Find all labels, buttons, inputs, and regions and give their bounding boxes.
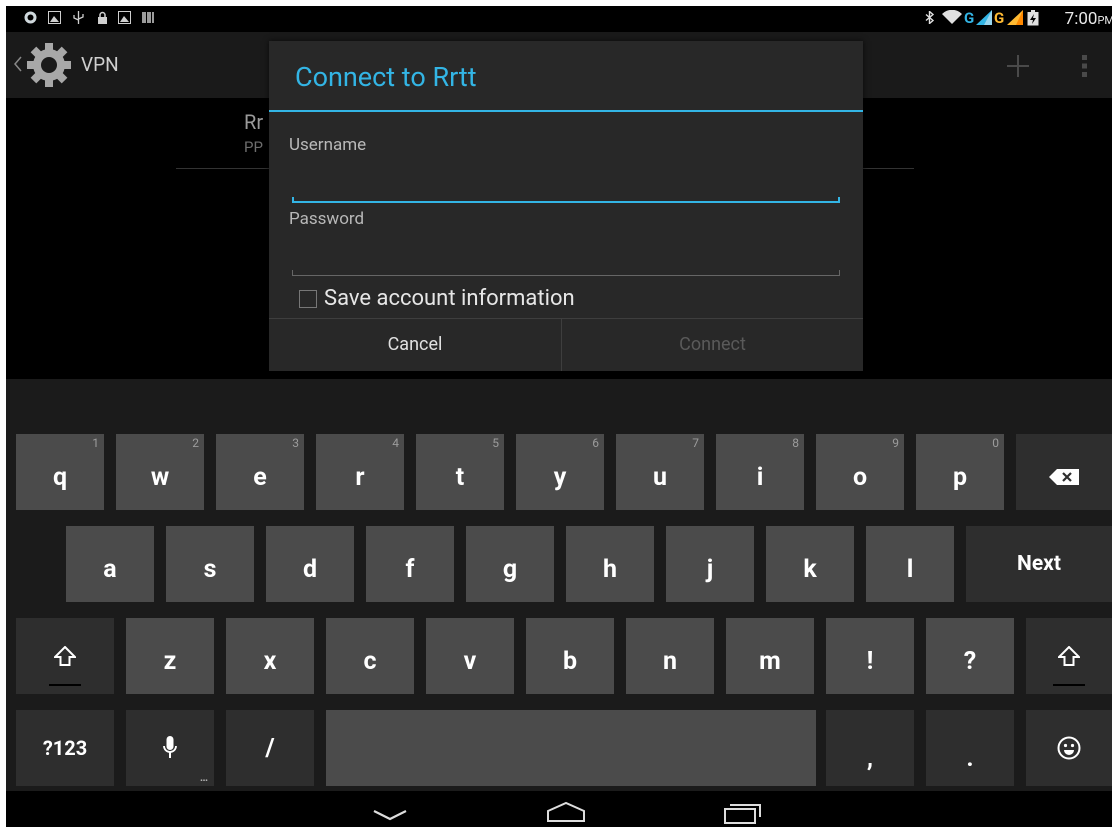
shift-icon	[54, 646, 76, 666]
navigation-bar	[6, 791, 1112, 827]
key-w[interactable]: 2w	[116, 434, 204, 510]
shift-key-left[interactable]	[16, 618, 114, 694]
next-key[interactable]: Next	[966, 526, 1112, 602]
key-z[interactable]: z	[126, 618, 214, 694]
key-t[interactable]: 5t	[416, 434, 504, 510]
shift-indicator-right	[1053, 684, 1085, 686]
symbols-key[interactable]: ?123	[16, 710, 114, 786]
up-caret-icon[interactable]	[14, 56, 22, 72]
status-time: 7:00PM	[1064, 9, 1112, 29]
image-notification-icon-2	[118, 11, 131, 24]
key-u[interactable]: 7u	[616, 434, 704, 510]
key-h[interactable]: h	[566, 526, 654, 602]
barcode-icon	[142, 12, 154, 23]
key-question[interactable]: ?	[926, 618, 1014, 694]
key-e[interactable]: 3e	[216, 434, 304, 510]
image-notification-icon	[48, 11, 61, 24]
cancel-button[interactable]: Cancel	[269, 319, 561, 371]
space-key[interactable]	[326, 710, 816, 786]
mic-icon	[163, 736, 177, 758]
action-bar-title: VPN	[81, 53, 119, 76]
backspace-icon	[1049, 469, 1079, 485]
more-options-dots: …	[199, 771, 208, 784]
key-c[interactable]: c	[326, 618, 414, 694]
shift-icon-right	[1058, 646, 1080, 666]
connect-button[interactable]: Connect	[562, 319, 863, 371]
username-label: Username	[289, 135, 367, 155]
status-bar: G G 7:00PM	[6, 6, 1112, 32]
mic-key[interactable]: …	[126, 710, 214, 786]
username-field[interactable]	[292, 165, 844, 203]
key-b[interactable]: b	[526, 618, 614, 694]
home-icon[interactable]	[546, 801, 586, 823]
key-x[interactable]: x	[226, 618, 314, 694]
settings-gear-icon[interactable]	[24, 40, 74, 90]
key-g[interactable]: g	[466, 526, 554, 602]
save-account-checkbox[interactable]	[299, 290, 317, 308]
wifi-icon	[942, 10, 962, 24]
key-j[interactable]: j	[666, 526, 754, 602]
key-l[interactable]: l	[866, 526, 954, 602]
recents-icon[interactable]	[724, 802, 762, 824]
signal-icon	[976, 10, 992, 25]
shift-indicator	[49, 684, 81, 686]
password-field[interactable]	[292, 237, 844, 275]
key-p[interactable]: 0p	[916, 434, 1004, 510]
key-n[interactable]: n	[626, 618, 714, 694]
key-o[interactable]: 9o	[816, 434, 904, 510]
back-icon[interactable]	[372, 809, 408, 823]
key-k[interactable]: k	[766, 526, 854, 602]
key-f[interactable]: f	[366, 526, 454, 602]
vpn-type: PP	[244, 138, 263, 156]
lock-icon	[98, 11, 107, 24]
emoji-key[interactable]	[1026, 710, 1112, 786]
key-exclamation[interactable]: !	[826, 618, 914, 694]
key-s[interactable]: s	[166, 526, 254, 602]
emoji-icon	[1057, 736, 1081, 760]
soft-keyboard: 1q 2w 3e 4r 5t 6y 7u 8i 9o 0p a s d f g …	[6, 379, 1112, 791]
overflow-menu-icon[interactable]	[1082, 54, 1088, 78]
bluetooth-icon	[925, 11, 935, 24]
signal-icon-2	[1007, 10, 1023, 25]
connect-dialog: Connect to Rrtt Username Password Save a…	[269, 41, 863, 371]
vpn-name: Rr	[244, 110, 264, 134]
slash-key[interactable]: /	[226, 710, 314, 786]
device-screen: G G 7:00PM VPN Rr PP Connect to Rrtt Use…	[6, 6, 1112, 827]
key-d[interactable]: d	[266, 526, 354, 602]
shift-key-right[interactable]	[1026, 618, 1112, 694]
password-underline	[292, 270, 840, 276]
key-r[interactable]: 4r	[316, 434, 404, 510]
period-key[interactable]: .	[926, 710, 1014, 786]
username-underline	[292, 197, 840, 203]
usb-icon	[73, 11, 84, 24]
dialog-title-divider	[269, 110, 863, 112]
network-type-1: G	[964, 9, 975, 27]
password-label: Password	[289, 209, 365, 229]
key-m[interactable]: m	[726, 618, 814, 694]
key-v[interactable]: v	[426, 618, 514, 694]
key-y[interactable]: 6y	[516, 434, 604, 510]
key-i[interactable]: 8i	[716, 434, 804, 510]
save-account-label[interactable]: Save account information	[324, 286, 575, 311]
backspace-key[interactable]	[1016, 434, 1112, 510]
browser-notification-icon	[24, 11, 37, 24]
battery-icon	[1027, 10, 1039, 26]
dialog-title: Connect to Rrtt	[295, 61, 477, 93]
key-q[interactable]: 1q	[16, 434, 104, 510]
key-a[interactable]: a	[66, 526, 154, 602]
add-icon[interactable]	[1006, 54, 1030, 78]
comma-key[interactable]: ,	[826, 710, 914, 786]
network-type-2: G	[994, 9, 1005, 27]
